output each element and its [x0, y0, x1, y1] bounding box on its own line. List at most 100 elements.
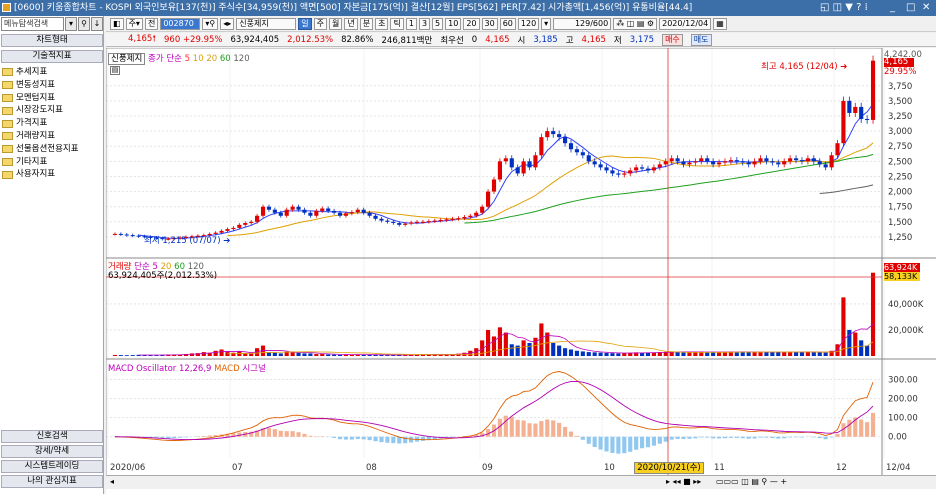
x-tick-label: 08 [366, 463, 377, 473]
calendar-icon[interactable]: ▦ [713, 17, 727, 30]
panel-menu-icon[interactable]: ▤ [110, 66, 120, 75]
candle-body [403, 223, 408, 225]
code-search-icon[interactable]: ▾⚲ [202, 17, 219, 30]
market-select[interactable]: 주▾ [125, 17, 143, 30]
strength-button[interactable]: 강세/약세 [1, 445, 103, 458]
candle-body [249, 221, 254, 224]
dropdown-icon[interactable]: ▾ [65, 17, 77, 31]
tree-item[interactable]: 가격지표 [2, 117, 102, 130]
prev-next-icon[interactable]: ◂▸ [220, 17, 235, 30]
tab-day[interactable]: 일 [298, 17, 312, 30]
technical-indicator-tab[interactable]: 기술적지표 [1, 50, 103, 63]
macd-osc-bar [716, 436, 722, 439]
candle-body [308, 212, 313, 216]
close-button[interactable]: ✕ [922, 0, 930, 16]
sort-icon[interactable]: ↓ [91, 17, 103, 31]
interval-1[interactable]: 1 [405, 17, 417, 30]
x-tick-label: 09 [482, 463, 493, 473]
macd-osc-bar [545, 419, 550, 437]
interval-120[interactable]: 120 [517, 17, 540, 30]
scroll-bar[interactable]: ◂ ▸ ◂◂ ■ ▸▸ ▭▭▭ ◫ ▤ ⚲ — + [106, 475, 936, 489]
stock-code-input[interactable]: 002870 [160, 17, 201, 30]
last-price-tag: 4,165 [884, 58, 914, 67]
interval-10[interactable]: 10 [445, 17, 462, 30]
buy-button[interactable]: 매수 [662, 33, 683, 46]
price-change: 960 +29.95% [164, 34, 223, 45]
tab-minute[interactable]: 분 [359, 17, 374, 30]
macd-osc-bar [788, 436, 793, 438]
candle-body [118, 233, 123, 235]
interval-60[interactable]: 60 [499, 17, 516, 30]
layout-icon[interactable]: ◧ [110, 17, 124, 30]
price-tick-label: 2,000 [888, 188, 912, 198]
tab-year[interactable]: 년 [344, 17, 358, 30]
macd-osc-bar [343, 436, 349, 440]
system-trading-button[interactable]: 시스템트레이딩 [1, 460, 103, 473]
all-button[interactable]: 전 [144, 17, 159, 30]
volume-bar [782, 352, 787, 356]
tree-item[interactable]: 추세지표 [2, 66, 102, 79]
price-tick-label: 1,250 [888, 233, 912, 243]
macd-osc-bar [817, 436, 822, 439]
legend-macd-osc[interactable]: MACD Oscillator 12,26,9 [108, 364, 211, 374]
tab-tick[interactable]: 틱 [390, 17, 404, 30]
open-label: 시 [517, 35, 526, 46]
max-price-note: 최고 4,165 (12/04) ➔ [761, 62, 848, 72]
signal-search-button[interactable]: 신호검색 [1, 430, 103, 443]
volume-bar [580, 351, 585, 356]
folder-icon [2, 119, 13, 128]
chart-area[interactable]: 3,750 3,500 3,250 3,000 2,750 2,500 2,250 2,000… [106, 48, 936, 494]
macd-osc-bar [705, 436, 710, 438]
candle-body [634, 167, 639, 171]
date-input[interactable]: 2020/12/04 [659, 17, 712, 30]
volume-bar [112, 354, 118, 356]
macd-osc-bar [509, 416, 514, 437]
candle-body [568, 143, 574, 150]
candle-body [503, 158, 508, 162]
volume-bar [681, 352, 686, 356]
tree-item[interactable]: 거래량지표 [2, 130, 102, 143]
zoom-tools-icon[interactable]: ▭▭▭ ◫ ▤ ⚲ — + [716, 477, 787, 486]
tree-item[interactable]: 모멘텀지표 [2, 92, 102, 105]
chart-tools-icon[interactable]: ⁂ ◫ ▤ ⚙ [613, 17, 658, 30]
candle-body [420, 221, 426, 223]
tree-item[interactable]: 변동성지표 [2, 79, 102, 92]
tree-item[interactable]: 기타지표 [2, 156, 102, 169]
window-tools-icon[interactable]: ◱ ◫ ▼ ? ⁞ [820, 0, 868, 16]
tab-month[interactable]: 월 [328, 17, 343, 30]
maximize-button[interactable]: □ [906, 0, 915, 16]
interval-30[interactable]: 30 [481, 17, 498, 30]
playback-controls-icon[interactable]: ▸ ◂◂ ■ ▸▸ [666, 477, 701, 486]
sell-button[interactable]: 매도 [690, 33, 712, 46]
tab-week[interactable]: 주 [313, 17, 327, 30]
tree-item[interactable]: 사용자지표 [2, 168, 102, 181]
interval-5[interactable]: 5 [432, 17, 444, 30]
menu-search-input[interactable]: 메뉴탐색검색 [1, 17, 64, 31]
macd-osc-bar [296, 432, 301, 437]
candle-body [853, 106, 858, 113]
candle-body [545, 131, 550, 138]
search-icon[interactable]: ⚲ [78, 17, 90, 31]
volume-bar [491, 336, 497, 356]
candle-body [663, 161, 668, 165]
chart-type-tab[interactable]: 차트형태 [1, 34, 103, 47]
folder-icon [2, 132, 13, 141]
minimize-button[interactable]: _ [890, 0, 895, 16]
interval-3[interactable]: 3 [418, 17, 431, 30]
tree-item[interactable]: 시장강도지표 [2, 104, 102, 117]
scroll-left-icon[interactable]: ◂ [110, 477, 114, 486]
candle-body [326, 208, 331, 211]
chart-svg[interactable]: 3,750 3,500 3,250 3,000 2,750 2,500 2,250 2,000… [106, 48, 936, 476]
my-indicator-button[interactable]: 나의 관심지표 [1, 475, 103, 488]
tab-second[interactable]: 초 [375, 17, 389, 30]
volume-bar [332, 354, 337, 356]
candle-body [610, 170, 615, 174]
menu-search: 메뉴탐색검색 ▾ ⚲ ↓ [1, 17, 103, 31]
tree-item[interactable]: 선물옵션전용지표 [2, 143, 102, 156]
macd-osc-bar [728, 436, 733, 438]
interval-dropdown[interactable]: ▾ [541, 17, 552, 30]
legend-stock[interactable]: 신풍제지 [108, 53, 146, 65]
macd-osc-bar [628, 436, 633, 452]
interval-20[interactable]: 20 [463, 17, 480, 30]
macd-osc-bar [764, 436, 769, 438]
